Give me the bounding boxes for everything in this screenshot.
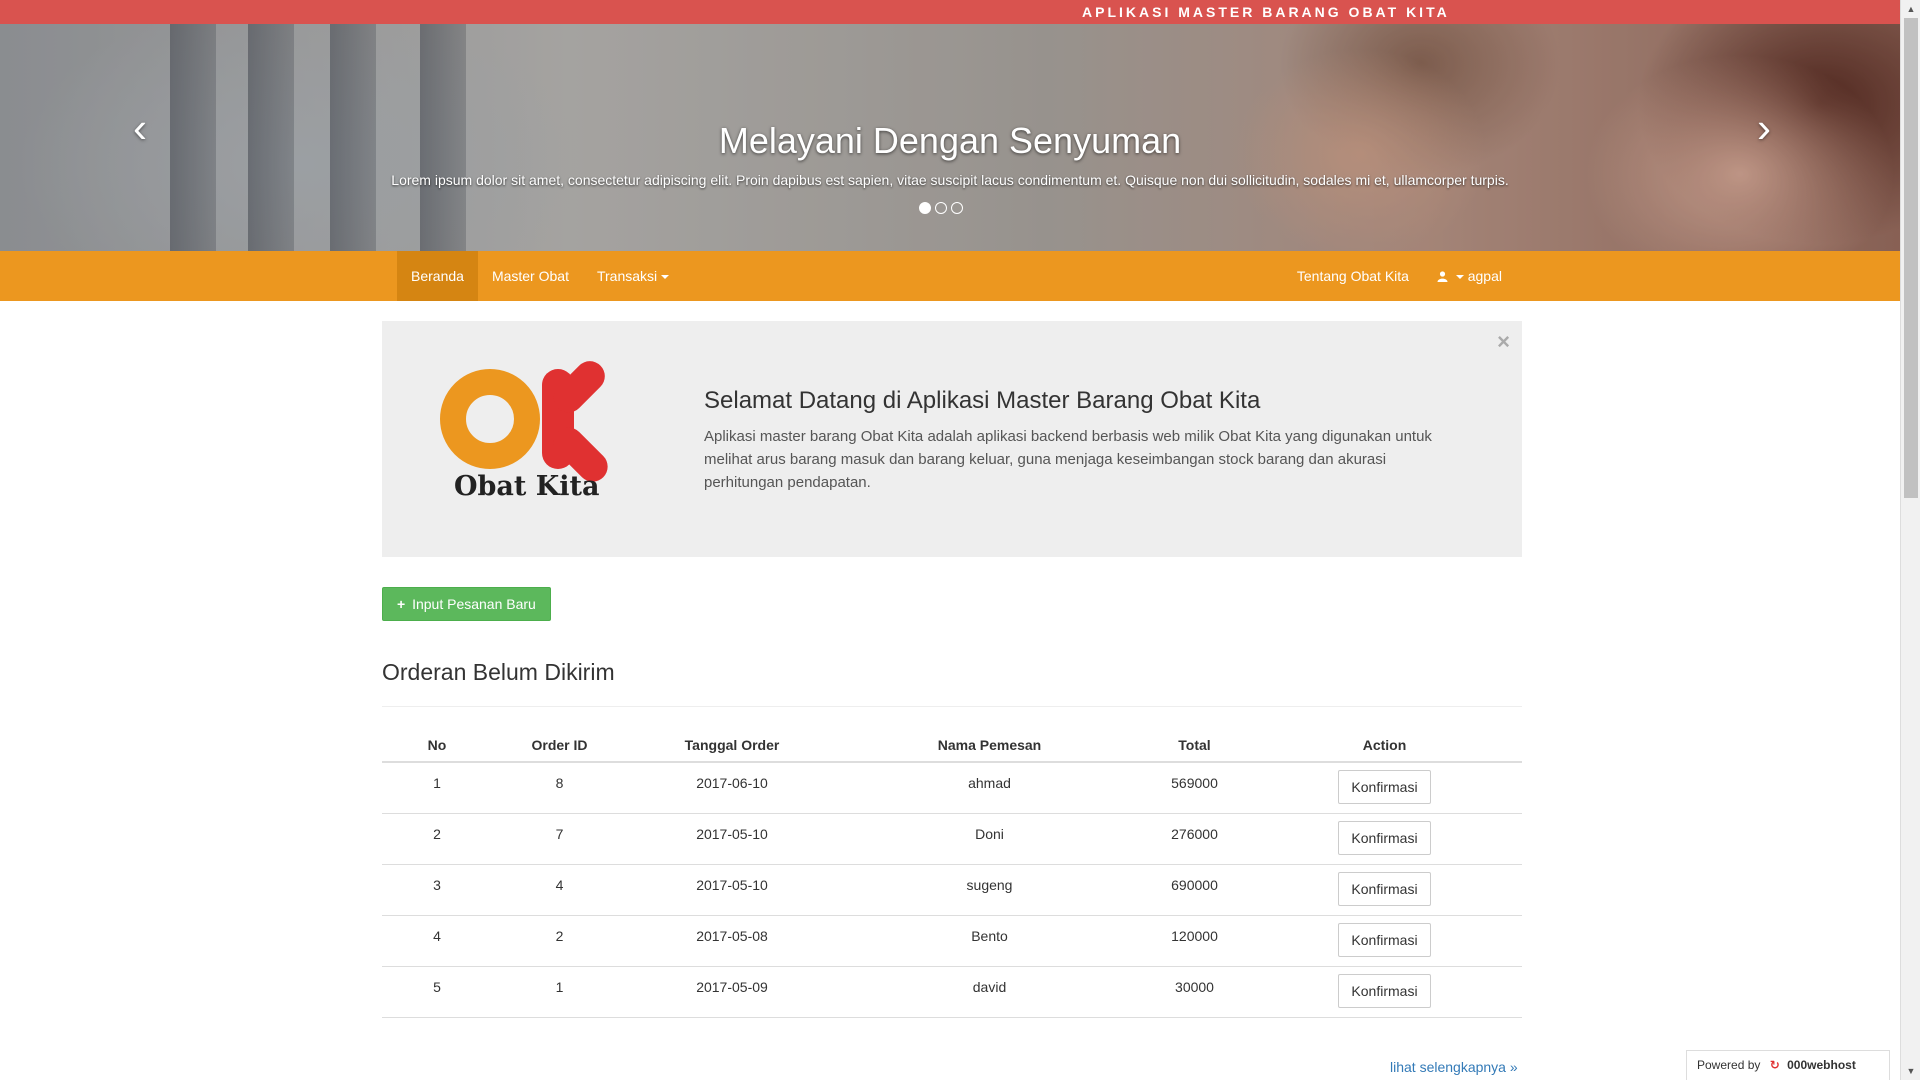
input-new-order-label: Input Pesanan Baru	[412, 596, 536, 612]
app-title: APLIKASI MASTER BARANG OBAT KITA	[1082, 4, 1450, 20]
cell-date: 2017-05-09	[627, 966, 837, 1018]
confirm-button[interactable]: Konfirmasi	[1338, 922, 1431, 957]
scroll-up-icon[interactable]: ▲	[1901, 0, 1920, 18]
plus-icon: +	[397, 596, 406, 612]
column-header-action: Action	[1247, 728, 1522, 763]
cell-name: sugeng	[837, 864, 1142, 916]
logo-text: Obat Kita	[454, 471, 600, 502]
main-navbar: Beranda Master Obat Transaksi Tentang Ob…	[0, 251, 1900, 301]
cell-name: david	[837, 966, 1142, 1018]
carousel-indicators	[919, 202, 963, 214]
table-row: 2 7 2017-05-10 Doni 276000 Konfirmasi	[382, 813, 1522, 865]
cell-name: Doni	[837, 813, 1142, 865]
section-divider	[382, 706, 1522, 707]
cell-no: 4	[382, 915, 492, 967]
cell-date: 2017-06-10	[627, 762, 837, 814]
cell-total: 569000	[1142, 762, 1247, 814]
table-header-row: No Order ID Tanggal Order Nama Pemesan T…	[382, 728, 1522, 763]
cell-total: 690000	[1142, 864, 1247, 916]
nav-item-transaksi[interactable]: Transaksi	[583, 251, 683, 301]
cell-no: 3	[382, 864, 492, 916]
cell-no: 2	[382, 813, 492, 865]
cell-total: 120000	[1142, 915, 1247, 967]
cell-order-id: 7	[492, 813, 627, 865]
welcome-description: Aplikasi master barang Obat Kita adalah …	[704, 428, 1432, 491]
cell-action: Konfirmasi	[1247, 762, 1522, 814]
table-row: 4 2 2017-05-08 Bento 120000 Konfirmasi	[382, 915, 1522, 967]
cell-no: 1	[382, 762, 492, 814]
user-name: agpal	[1467, 268, 1502, 284]
nav-item-about[interactable]: Tentang Obat Kita	[1283, 251, 1423, 301]
table-row: 3 4 2017-05-10 sugeng 690000 Konfirmasi	[382, 864, 1522, 916]
hero-carousel: ‹ Melayani Dengan Senyuman Lorem ipsum d…	[0, 24, 1900, 251]
nav-right: Tentang Obat Kita agpal	[1283, 251, 1516, 301]
logo-o-shape	[440, 369, 540, 469]
confirm-button[interactable]: Konfirmasi	[1338, 871, 1431, 906]
cell-name: Bento	[837, 915, 1142, 967]
table-row: 1 8 2017-06-10 ahmad 569000 Konfirmasi	[382, 762, 1522, 814]
cell-action: Konfirmasi	[1247, 915, 1522, 967]
confirm-button[interactable]: Konfirmasi	[1338, 820, 1431, 855]
scrollbar-thumb[interactable]	[1904, 18, 1918, 498]
welcome-panel: × Obat Kita Selamat Datang di Aplikasi M…	[382, 321, 1522, 557]
confirm-button[interactable]: Konfirmasi	[1338, 770, 1431, 804]
cell-order-id: 8	[492, 762, 627, 814]
cell-order-id: 1	[492, 966, 627, 1018]
column-header-order-id: Order ID	[492, 728, 627, 763]
carousel-indicator-2[interactable]	[935, 202, 947, 214]
carousel-caption-title: Melayani Dengan Senyuman	[718, 120, 1182, 161]
nav-item-master-obat[interactable]: Master Obat	[478, 251, 583, 301]
cell-action: Konfirmasi	[1247, 864, 1522, 916]
carousel-indicator-3[interactable]	[951, 202, 963, 214]
cell-action: Konfirmasi	[1247, 966, 1522, 1018]
webhost-logo-icon: ↻	[1769, 1058, 1780, 1072]
caret-down-icon	[661, 275, 670, 280]
nav-item-transaksi-label: Transaksi	[596, 268, 658, 284]
cell-total: 30000	[1142, 966, 1247, 1018]
nav-item-beranda[interactable]: Beranda	[397, 251, 478, 301]
obat-kita-logo: Obat Kita	[440, 354, 630, 509]
carousel-indicator-1[interactable]	[919, 202, 931, 214]
cell-name: ahmad	[837, 762, 1142, 814]
cell-date: 2017-05-10	[627, 813, 837, 865]
cell-order-id: 4	[492, 864, 627, 916]
top-header-strip: APLIKASI MASTER BARANG OBAT KITA	[0, 0, 1900, 24]
orders-section-title: Orderan Belum Dikirim	[382, 659, 615, 685]
carousel-caption-text: Lorem ipsum dolor sit amet, consectetur …	[391, 172, 1509, 188]
column-header-name: Nama Pemesan	[837, 728, 1142, 763]
welcome-heading: Selamat Datang di Aplikasi Master Barang…	[704, 387, 1261, 414]
pending-orders-table: No Order ID Tanggal Order Nama Pemesan T…	[382, 728, 1522, 1018]
cell-order-id: 2	[492, 915, 627, 967]
scroll-down-icon[interactable]: ▼	[1901, 1062, 1920, 1080]
webhost-name: 000webhost	[1787, 1058, 1856, 1072]
caret-down-icon	[1455, 275, 1464, 280]
column-header-total: Total	[1142, 728, 1247, 763]
see-more-link[interactable]: lihat selengkapnya »	[1390, 1059, 1518, 1075]
user-icon	[1437, 268, 1452, 284]
cell-date: 2017-05-08	[627, 915, 837, 967]
input-new-order-button[interactable]: + Input Pesanan Baru	[382, 587, 551, 621]
cell-date: 2017-05-10	[627, 864, 837, 916]
confirm-button[interactable]: Konfirmasi	[1338, 973, 1431, 1008]
column-header-no: No	[382, 728, 492, 763]
cell-no: 5	[382, 966, 492, 1018]
page-scrollbar[interactable]: ▲ ▼	[1900, 0, 1920, 1080]
powered-by-label: Powered by	[1697, 1058, 1761, 1072]
cell-action: Konfirmasi	[1247, 813, 1522, 865]
powered-by-badge[interactable]: Powered by ↻ 000webhost	[1686, 1050, 1890, 1080]
table-row: 5 1 2017-05-09 david 30000 Konfirmasi	[382, 966, 1522, 1018]
cell-total: 276000	[1142, 813, 1247, 865]
nav-left: Beranda Master Obat Transaksi	[397, 251, 683, 301]
column-header-date: Tanggal Order	[627, 728, 837, 763]
close-icon[interactable]: ×	[1497, 329, 1510, 355]
carousel-next-icon[interactable]: ›	[1744, 104, 1784, 152]
user-menu[interactable]: agpal	[1423, 251, 1516, 301]
